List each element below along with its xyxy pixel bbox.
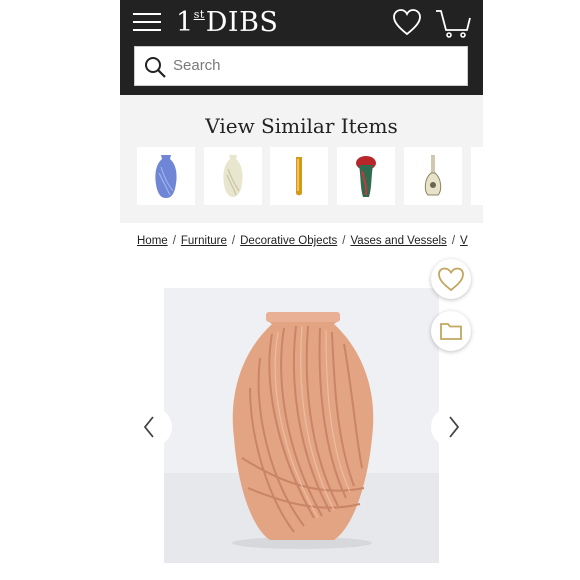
similar-item[interactable] — [137, 147, 195, 205]
amber-vase-thumbnail — [296, 157, 302, 196]
red-glass-vase-thumbnail — [356, 156, 376, 197]
breadcrumb-decorative-objects[interactable]: Decorative Objects — [240, 235, 337, 247]
section-title: View Similar Items — [205, 114, 398, 138]
cream-vase-thumbnail — [223, 155, 243, 197]
breadcrumb-vases-and-vessels[interactable]: Vases and Vessels — [350, 235, 446, 247]
breadcrumb: Home / Furniture / Decorative Objects / Vases … — [137, 235, 468, 247]
breadcrumb-truncated[interactable]: V — [460, 235, 468, 247]
similar-item[interactable] — [270, 147, 328, 205]
heart-icon — [438, 267, 464, 292]
site-header: 1stDIBS Search — [120, 0, 483, 95]
folder-icon — [440, 323, 462, 340]
similar-item[interactable] — [204, 147, 262, 205]
next-image-button[interactable] — [431, 407, 471, 447]
similar-item[interactable] — [404, 147, 462, 205]
hamburger-icon[interactable] — [133, 13, 163, 33]
chevron-right-icon — [449, 416, 460, 438]
save-to-folder-button[interactable] — [431, 311, 471, 351]
peach-shell-vase-photo — [164, 288, 439, 563]
breadcrumb-home[interactable]: Home — [137, 235, 168, 247]
previous-image-button[interactable] — [132, 407, 172, 447]
app-screen: 1stDIBS Search View Similar Items Home /… — [120, 0, 483, 580]
similar-item[interactable] — [471, 147, 483, 205]
blue-vase-thumbnail — [155, 155, 177, 198]
similar-item[interactable] — [337, 147, 395, 205]
breadcrumb-furniture[interactable]: Furniture — [181, 235, 227, 247]
view-similar-section: View Similar Items — [120, 95, 483, 223]
cart-icon[interactable] — [435, 8, 471, 40]
bud-vase-thumbnail — [424, 155, 442, 196]
search-input[interactable]: Search — [134, 46, 468, 86]
search-placeholder: Search — [173, 57, 221, 74]
site-logo[interactable]: 1stDIBS — [176, 7, 278, 39]
heart-icon[interactable] — [392, 8, 422, 38]
favorite-button[interactable] — [431, 259, 471, 299]
search-icon — [145, 57, 166, 78]
chevron-left-icon — [143, 416, 154, 438]
product-photo[interactable] — [164, 288, 439, 563]
